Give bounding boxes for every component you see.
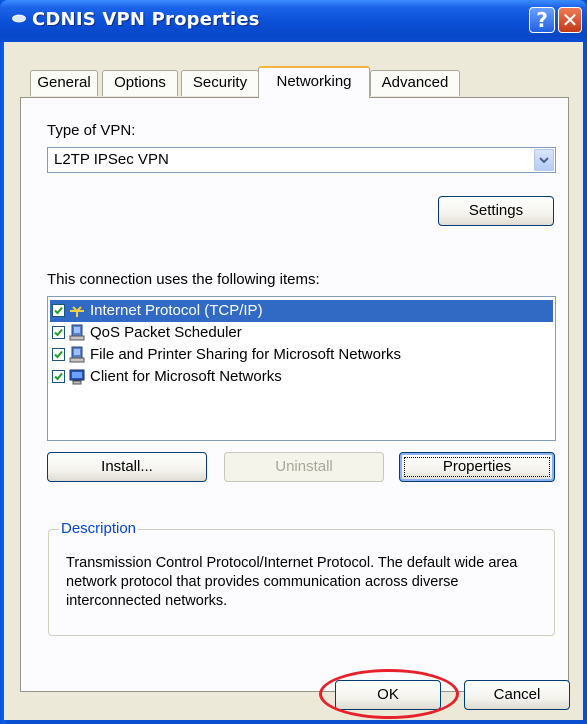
- cancel-button[interactable]: Cancel: [464, 680, 570, 710]
- uninstall-button[interactable]: Uninstall: [224, 452, 384, 482]
- item-checkbox[interactable]: [52, 304, 65, 317]
- vpn-type-value: L2TP IPSec VPN: [54, 151, 169, 168]
- install-button[interactable]: Install...: [47, 452, 207, 482]
- item-label: Client for Microsoft Networks: [90, 368, 282, 385]
- items-listbox[interactable]: Internet Protocol (TCP/IP) QoS Packet Sc…: [47, 296, 556, 441]
- description-title: Description: [59, 520, 139, 537]
- network-client-icon: [69, 369, 85, 385]
- item-checkbox[interactable]: [52, 326, 65, 339]
- item-checkbox[interactable]: [52, 370, 65, 383]
- network-service-icon: [69, 346, 85, 363]
- item-label: Internet Protocol (TCP/IP): [90, 302, 263, 319]
- network-service-icon: [69, 324, 85, 341]
- item-label: File and Printer Sharing for Microsoft N…: [90, 346, 401, 363]
- items-label: This connection uses the following items…: [47, 271, 320, 288]
- vpn-type-label: Type of VPN:: [47, 122, 136, 139]
- list-item[interactable]: QoS Packet Scheduler: [50, 322, 553, 344]
- list-item[interactable]: Client for Microsoft Networks: [50, 366, 553, 388]
- focus-ring: [404, 457, 550, 477]
- chevron-down-icon[interactable]: [534, 149, 554, 171]
- settings-button[interactable]: Settings: [438, 196, 554, 226]
- list-item[interactable]: File and Printer Sharing for Microsoft N…: [50, 344, 553, 366]
- list-item[interactable]: Internet Protocol (TCP/IP): [50, 300, 553, 322]
- item-checkbox[interactable]: [52, 348, 65, 361]
- item-label: QoS Packet Scheduler: [90, 324, 242, 341]
- properties-button[interactable]: Properties: [399, 452, 555, 482]
- description-text: Transmission Control Protocol/Internet P…: [66, 555, 518, 609]
- vpn-type-select[interactable]: L2TP IPSec VPN: [47, 147, 556, 173]
- network-protocol-icon: [70, 306, 84, 317]
- ok-highlight-ring: [319, 669, 459, 719]
